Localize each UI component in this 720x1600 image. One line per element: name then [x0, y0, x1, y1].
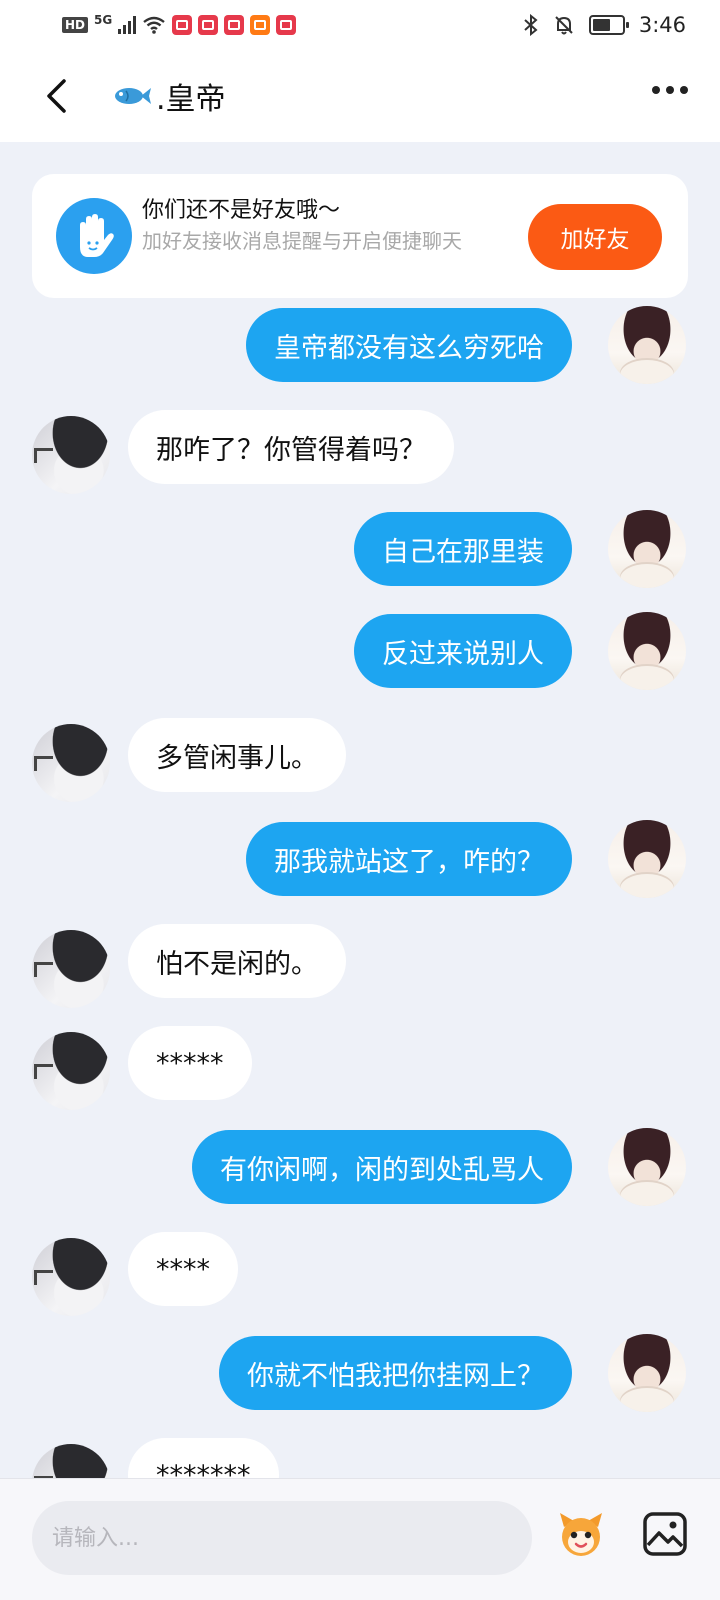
notification-app-icon — [276, 15, 297, 35]
avatar-self[interactable] — [608, 1128, 686, 1206]
chat-name: .皇帝 — [156, 82, 226, 117]
hd-indicator: HD — [62, 17, 89, 33]
input-bar — [0, 1478, 720, 1600]
chevron-left-icon — [47, 79, 66, 113]
message-bubble-outgoing[interactable]: 皇帝都没有这么穷死哈 — [246, 308, 572, 382]
message-bubble-incoming[interactable]: 多管闲事儿。 — [128, 718, 346, 792]
message-bubble-outgoing[interactable]: 你就不怕我把你挂网上？ — [219, 1336, 572, 1410]
battery-icon — [588, 15, 629, 35]
avatar-contact[interactable] — [32, 1444, 110, 1480]
message-bubble-outgoing[interactable]: 反过来说别人 — [354, 614, 572, 688]
status-bar: HD 5G 3:46 — [0, 0, 720, 50]
avatar-self[interactable] — [608, 306, 686, 384]
wifi-icon — [143, 16, 165, 34]
message-list: 皇帝都没有这么穷死哈 那咋了？你管得着吗？ 自己在那里装 反过来说别人 多管闲事… — [0, 300, 720, 1480]
message-bubble-outgoing[interactable]: 那我就站这了，咋的？ — [246, 822, 572, 896]
message-bubble-incoming[interactable]: ***** — [128, 1026, 252, 1100]
message-bubble-incoming[interactable]: 那咋了？你管得着吗？ — [128, 410, 454, 484]
banner-title: 你们还不是好友哦～ — [142, 198, 341, 223]
more-dots-icon — [652, 86, 660, 94]
notification-app-icon — [172, 15, 193, 35]
add-friend-button[interactable]: 加好友 — [528, 204, 662, 270]
avatar-self[interactable] — [608, 510, 686, 588]
fish-icon — [115, 88, 151, 104]
avatar-contact[interactable] — [32, 1238, 110, 1316]
avatar-self[interactable] — [608, 1334, 686, 1412]
notification-app-icon — [224, 15, 245, 35]
banner-description: 加好友接收消息提醒与开启便捷聊天 — [142, 229, 462, 253]
notification-app-icon — [198, 15, 219, 35]
message-input[interactable] — [32, 1501, 532, 1575]
network-type: 5G — [94, 13, 113, 27]
message-bubble-incoming[interactable]: 怕不是闲的。 — [128, 924, 346, 998]
hand-icon — [56, 198, 132, 274]
message-bubble-outgoing[interactable]: 自己在那里装 — [354, 512, 572, 586]
message-bubble-incoming[interactable]: **** — [128, 1232, 238, 1306]
more-options-button[interactable] — [652, 86, 688, 94]
chat-header: .皇帝 — [0, 50, 720, 142]
bluetooth-icon — [524, 14, 538, 36]
message-bubble-incoming[interactable]: ******* — [128, 1438, 279, 1480]
not-friends-banner: 你们还不是好友哦～ 加好友接收消息提醒与开启便捷聊天 加好友 — [32, 174, 688, 298]
notification-app-icon — [250, 15, 271, 35]
avatar-self[interactable] — [608, 612, 686, 690]
avatar-contact[interactable] — [32, 1032, 110, 1110]
back-button[interactable] — [36, 76, 76, 116]
chat-title: .皇帝 — [112, 74, 226, 118]
mute-bell-icon — [555, 16, 573, 35]
status-time: 3:46 — [638, 13, 686, 37]
avatar-contact[interactable] — [32, 416, 110, 494]
message-bubble-outgoing[interactable]: 有你闲啊，闲的到处乱骂人 — [192, 1130, 572, 1204]
avatar-contact[interactable] — [32, 724, 110, 802]
emoji-mascot-icon[interactable] — [556, 1509, 606, 1559]
avatar-contact[interactable] — [32, 930, 110, 1008]
avatar-self[interactable] — [608, 820, 686, 898]
signal-icon — [118, 16, 137, 34]
image-icon[interactable] — [642, 1511, 688, 1557]
